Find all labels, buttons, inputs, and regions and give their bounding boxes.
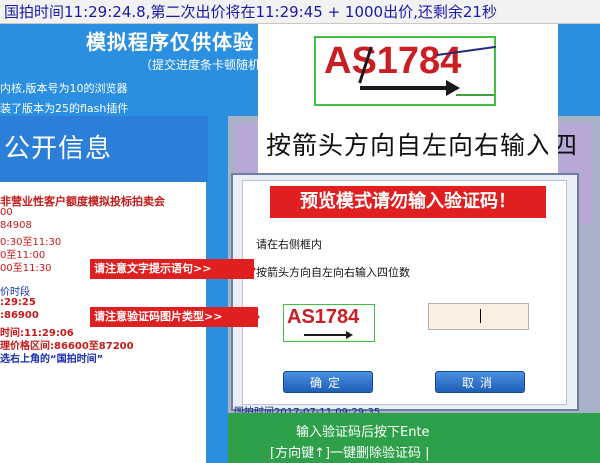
- confirm-button[interactable]: 确定: [283, 371, 373, 393]
- info-line: :86900: [0, 310, 39, 321]
- right-arrow-icon: [304, 334, 348, 336]
- delete-key-hint: [方向键↑]一键删除验证码 |: [270, 446, 430, 461]
- info-line: 非营业性客户额度模拟投标拍卖会: [0, 195, 165, 208]
- dialog-captcha-code: AS1784: [287, 306, 360, 328]
- image-type-hint: 请注意验证码图片类型>>: [90, 307, 258, 327]
- flash-version-note: 装了版本为25的flash插件: [0, 102, 129, 115]
- info-line: 价时段: [0, 287, 30, 298]
- arrow-head-icon: [446, 80, 460, 96]
- simulation-subtitle: （提交进度条卡顿随机: [140, 58, 261, 72]
- captcha-input[interactable]: [428, 303, 529, 330]
- captcha-noise-line: [456, 94, 494, 96]
- keyboard-help-bar: 输入验证码后按下Ente [方向键↑]一键删除验证码 |: [228, 413, 600, 463]
- text-caret: [480, 309, 481, 323]
- enter-key-hint: 输入验证码后按下Ente: [296, 425, 430, 440]
- instruction-mask: [548, 128, 558, 156]
- dialog-instruction-line2: 按箭头方向自左向右输入四位数: [256, 266, 410, 279]
- info-line: 00至11:30: [0, 263, 52, 274]
- preview-warning-banner: 预览模式请勿输入验证码！: [270, 186, 546, 218]
- info-line: :29:25: [0, 297, 36, 308]
- arrow-head-icon: [346, 331, 353, 339]
- hint-arrow-icon: [246, 259, 256, 279]
- cancel-button[interactable]: 取消: [435, 371, 525, 393]
- dialog-instruction-line1: 请在右侧框内: [256, 238, 322, 251]
- info-line: 选右上角的“国拍时间”: [0, 354, 104, 365]
- captcha-instruction: 按箭头方向自左向右输入四: [266, 131, 579, 160]
- text-prompt-hint: 请注意文字提示语句>>: [90, 259, 254, 279]
- info-line: 00: [0, 207, 13, 218]
- info-line: 84908: [0, 220, 32, 231]
- dialog-captcha-image: AS1784: [283, 304, 375, 342]
- browser-version-note: 内核,版本号为10的浏览器: [0, 82, 128, 95]
- auction-status-bar: 国拍时间11:29:24.8,第二次出价将在11:29:45 + 1000出价,…: [0, 0, 600, 24]
- captcha-code: AS1784: [324, 40, 462, 82]
- bottom-spacer: [206, 413, 228, 463]
- captcha-image: AS1784: [314, 36, 496, 106]
- right-arrow-icon: [360, 86, 450, 90]
- simulation-title: 模拟程序仅供体验: [86, 30, 254, 54]
- hint-arrow-icon: [250, 307, 260, 327]
- public-info-header: 公开信息: [0, 116, 208, 182]
